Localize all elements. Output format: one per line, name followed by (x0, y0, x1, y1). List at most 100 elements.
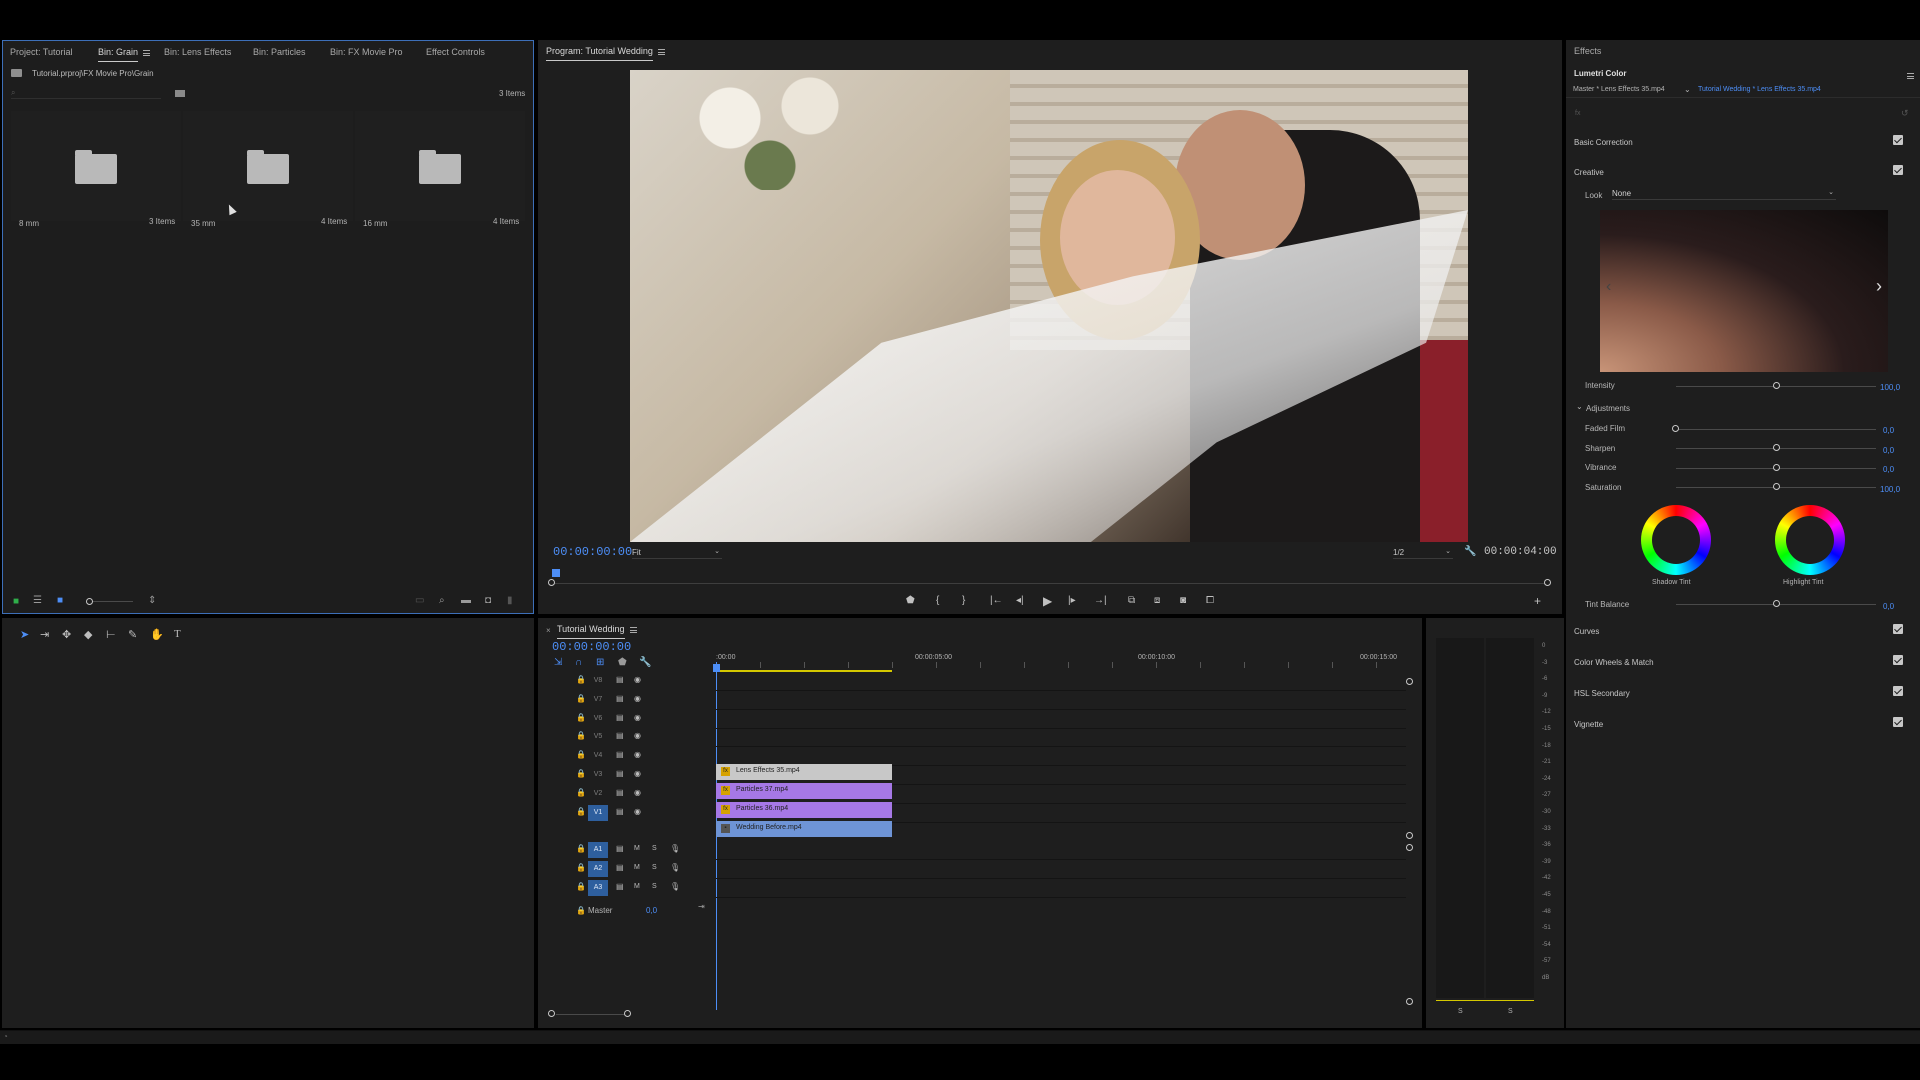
playhead-marker[interactable] (713, 664, 720, 672)
color-wheels-checkbox[interactable] (1893, 655, 1903, 665)
eye-icon[interactable]: ◉ (634, 675, 641, 684)
section-creative[interactable]: Creative (1574, 168, 1604, 177)
sync-lock-icon[interactable]: ▤ (616, 694, 624, 703)
saturation-knob[interactable] (1773, 483, 1780, 490)
vignette-checkbox[interactable] (1893, 717, 1903, 727)
folder-tile-35mm[interactable]: 35 mm 4 Items (183, 111, 353, 228)
clip-wedding-before[interactable]: ▪ Wedding Before.mp4 (716, 821, 892, 837)
master-clip-tab[interactable]: Master * Lens Effects 35.mp4 (1573, 86, 1665, 93)
tab-project[interactable]: Project: Tutorial (10, 47, 73, 57)
master-value[interactable]: 0,0 (646, 906, 657, 915)
vertical-zoom-handle[interactable] (1406, 832, 1413, 839)
track-label[interactable]: V4 (588, 748, 608, 764)
solo-button[interactable]: S (652, 883, 657, 890)
type-tool-icon[interactable]: T (174, 628, 181, 640)
mute-button[interactable]: M (634, 883, 640, 890)
slip-tool-icon[interactable]: ⊢ (106, 628, 116, 641)
section-curves[interactable]: Curves (1574, 627, 1599, 636)
tab-bin-fx-movie-pro[interactable]: Bin: FX Movie Pro (330, 47, 403, 57)
sync-lock-icon[interactable]: ▤ (616, 882, 624, 891)
tab-bin-lens-effects[interactable]: Bin: Lens Effects (164, 47, 231, 57)
section-color-wheels[interactable]: Color Wheels & Match (1574, 658, 1654, 667)
vertical-zoom-handle[interactable] (1406, 998, 1413, 1005)
sync-lock-icon[interactable]: ▤ (616, 769, 624, 778)
master-lock-icon[interactable]: 🔒 (576, 906, 586, 916)
chevron-down-icon[interactable]: ⌄ (1576, 402, 1583, 411)
intensity-knob[interactable] (1773, 382, 1780, 389)
lock-icon[interactable]: 🔒 (576, 863, 586, 872)
sync-lock-icon[interactable]: ▤ (616, 844, 624, 853)
panel-menu-icon[interactable] (629, 626, 637, 633)
export-frame-icon[interactable]: ◙ (1180, 595, 1186, 606)
play-icon[interactable]: ▶ (1043, 594, 1052, 608)
faded-film-slider[interactable] (1676, 429, 1876, 430)
track-label[interactable]: V6 (588, 711, 608, 727)
sharpen-knob[interactable] (1773, 444, 1780, 451)
status-icon[interactable]: ◔ (3, 1032, 8, 1041)
sync-lock-icon[interactable]: ▤ (616, 807, 624, 816)
look-dropdown[interactable]: None ⌄ (1612, 188, 1836, 200)
eye-icon[interactable]: ◉ (634, 694, 641, 703)
track-label[interactable]: V5 (588, 729, 608, 745)
folder-tile-16mm[interactable]: 16 mm 4 Items (355, 111, 525, 228)
tint-balance-value[interactable]: 0,0 (1883, 602, 1894, 611)
eye-icon[interactable]: ◉ (634, 807, 641, 816)
adjustments-label[interactable]: Adjustments (1586, 404, 1630, 413)
track-label[interactable]: A2 (588, 861, 608, 877)
work-area-bar[interactable] (716, 670, 892, 672)
ripple-edit-tool-icon[interactable]: ✥ (62, 628, 71, 641)
mute-button[interactable]: M (634, 864, 640, 871)
step-forward-icon[interactable]: |▸ (1068, 595, 1076, 606)
clip-particles-36[interactable]: fx Particles 36.mp4 (716, 802, 892, 818)
solo-button[interactable]: S (652, 864, 657, 871)
solo-button[interactable]: S (652, 845, 657, 852)
program-timecode[interactable]: 00:00:00:00 (553, 545, 632, 559)
snap-icon[interactable]: ∩ (575, 658, 582, 668)
wrench-icon[interactable]: 🔧 (1464, 547, 1476, 557)
pen-tool-icon[interactable]: ✎ (128, 628, 137, 641)
curves-checkbox[interactable] (1893, 624, 1903, 634)
fx-toggle-icon[interactable]: fx (1575, 110, 1580, 117)
lock-icon[interactable]: ■ (13, 597, 19, 607)
automate-icon[interactable]: ▭ (415, 596, 424, 606)
tint-balance-knob[interactable] (1773, 600, 1780, 607)
creative-checkbox[interactable] (1893, 165, 1903, 175)
zoom-slider[interactable] (89, 601, 133, 602)
mark-out-icon[interactable]: } (962, 595, 965, 606)
faded-film-value[interactable]: 0,0 (1883, 426, 1894, 435)
track-select-tool-icon[interactable]: ⇥ (40, 628, 49, 641)
lock-icon[interactable]: 🔒 (576, 788, 586, 797)
lift-icon[interactable]: ⧉ (1128, 595, 1135, 606)
horizontal-scroll[interactable] (556, 1014, 628, 1015)
sync-lock-icon[interactable]: ▤ (616, 675, 624, 684)
zoom-start-handle[interactable] (548, 579, 555, 586)
intensity-value[interactable]: 100,0 (1880, 383, 1900, 392)
icon-view-icon[interactable]: ■ (57, 596, 63, 606)
sync-lock-icon[interactable]: ▤ (616, 731, 624, 740)
track-label[interactable]: A3 (588, 880, 608, 896)
hsl-secondary-checkbox[interactable] (1893, 686, 1903, 696)
lock-icon[interactable]: 🔒 (576, 844, 586, 853)
zoom-slider-knob[interactable] (86, 598, 93, 605)
previous-look-icon[interactable]: ‹ (1606, 278, 1611, 296)
faded-film-knob[interactable] (1672, 425, 1679, 432)
linked-selection-icon[interactable]: ⊞ (596, 658, 604, 668)
solo-right-button[interactable]: S (1508, 1008, 1513, 1015)
eye-icon[interactable]: ◉ (634, 750, 641, 759)
mark-in-icon[interactable]: { (936, 595, 939, 606)
ruler-ticks[interactable] (716, 662, 1406, 668)
resolution-dropdown[interactable]: 1/2 ⌄ (1393, 547, 1453, 559)
lock-icon[interactable]: 🔒 (576, 882, 586, 891)
folder-tile-8mm[interactable]: 8 mm 3 Items (11, 111, 181, 228)
lock-icon[interactable]: 🔒 (576, 769, 586, 778)
tab-bin-grain[interactable]: Bin: Grain (98, 47, 151, 62)
go-to-end-icon[interactable]: ⇥ (698, 902, 705, 912)
zoom-end-handle[interactable] (1544, 579, 1551, 586)
sync-lock-icon[interactable]: ▤ (616, 788, 624, 797)
list-view-icon[interactable]: ☰ (33, 596, 42, 606)
shadow-tint-wheel[interactable] (1641, 505, 1711, 575)
vibrance-value[interactable]: 0,0 (1883, 465, 1894, 474)
sharpen-value[interactable]: 0,0 (1883, 446, 1894, 455)
next-look-icon[interactable]: › (1876, 276, 1882, 297)
sort-icon[interactable]: ⇕ (148, 596, 156, 606)
